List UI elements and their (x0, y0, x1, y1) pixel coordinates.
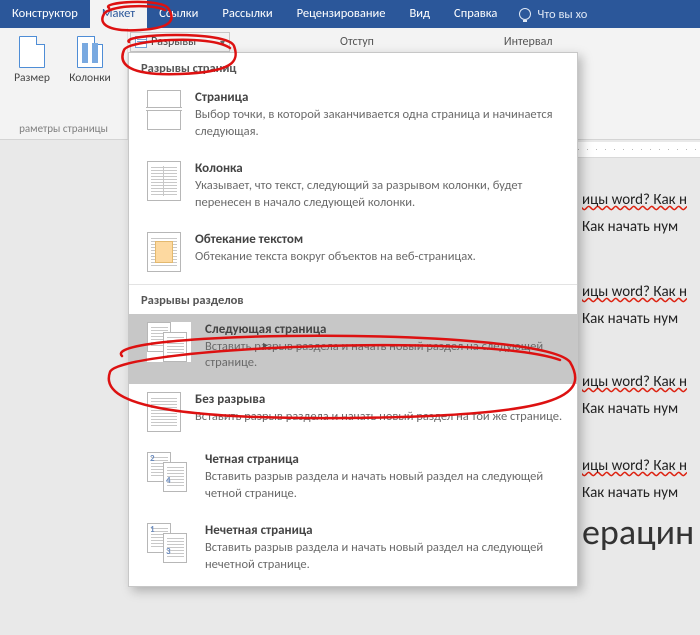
break-even-page-item[interactable]: 24 Четная страница Вставить разрыв разде… (129, 444, 577, 515)
page-size-icon (19, 36, 45, 68)
doc-text: Как начать нум (582, 483, 700, 504)
document-canvas[interactable]: ицы word? Как н Как начать нум ицы word?… (582, 160, 700, 554)
doc-heading: ерацин (582, 510, 700, 554)
tab-konstruktor[interactable]: Конструктор (0, 0, 90, 28)
continuous-break-icon (147, 392, 181, 432)
tab-vid[interactable]: Вид (398, 0, 443, 28)
tab-review[interactable]: Рецензирование (285, 0, 398, 28)
break-page-item[interactable]: Страница Выбор точки, в которой заканчив… (129, 82, 577, 153)
doc-text: ицы word? Как н (582, 190, 700, 211)
breaks-dropdown-button[interactable]: Разрывы ▾ (130, 32, 230, 52)
size-button[interactable]: Размер (6, 32, 58, 85)
breaks-label: Разрывы (151, 35, 196, 49)
section-breaks-header: Разрывы разделов (129, 285, 577, 314)
tab-rassylki[interactable]: Рассылки (210, 0, 284, 28)
ribbon-tabs: Конструктор Макет Ссылки Рассылки Реценз… (0, 0, 700, 28)
interval-label: Интервал (504, 32, 574, 52)
break-nextpage-desc: Вставить разрыв раздела и начать новый р… (205, 339, 563, 373)
page-breaks-header: Разрывы страниц (129, 53, 577, 82)
break-even-desc: Вставить разрыв раздела и начать новый р… (205, 469, 563, 503)
break-cont-title: Без разрыва (195, 392, 563, 407)
page-break-icon (147, 90, 181, 130)
chevron-down-icon: ▾ (220, 36, 225, 49)
break-column-desc: Указывает, что текст, следующий за разры… (195, 178, 563, 212)
textwrap-break-icon (147, 232, 181, 272)
horizontal-ruler[interactable] (578, 142, 700, 158)
size-label: Размер (14, 71, 50, 85)
columns-label: Колонки (69, 71, 111, 85)
page-setup-group-label: раметры страницы (6, 122, 121, 137)
breaks-icon (135, 36, 147, 48)
tab-ssylki[interactable]: Ссылки (147, 0, 210, 28)
doc-text: Как начать нум (582, 217, 700, 238)
break-cont-desc: Вставить разрыв раздела и начать новый р… (195, 409, 563, 426)
break-even-title: Четная страница (205, 452, 563, 467)
columns-icon (77, 36, 103, 68)
even-page-break-icon: 24 (147, 452, 191, 492)
doc-text: ицы word? Как н (582, 282, 700, 303)
break-nextpage-title: Следующая страница (205, 322, 563, 337)
break-wrap-desc: Обтекание текста вокруг объектов на веб-… (195, 249, 563, 266)
columns-button[interactable]: Колонки (64, 32, 116, 85)
break-odd-title: Нечетная страница (205, 523, 563, 538)
tell-me-search[interactable]: Что вы хо (509, 0, 597, 28)
break-column-item[interactable]: Колонка Указывает, что текст, следующий … (129, 153, 577, 224)
break-next-page-item[interactable]: Следующая страница Вставить разрыв разде… (129, 314, 577, 385)
break-page-desc: Выбор точки, в которой заканчивается одн… (195, 107, 563, 141)
break-page-title: Страница (195, 90, 563, 105)
break-continuous-item[interactable]: Без разрыва Вставить разрыв раздела и на… (129, 384, 577, 444)
tab-spravka[interactable]: Справка (442, 0, 509, 28)
doc-text: ицы word? Как н (582, 456, 700, 477)
doc-text: Как начать нум (582, 309, 700, 330)
tell-me-label: Что вы хо (537, 7, 587, 22)
page-setup-group: Размер Колонки раметры страницы (0, 28, 128, 139)
breaks-dropdown-panel: Разрывы страниц Страница Выбор точки, в … (128, 52, 578, 587)
break-odd-page-item[interactable]: 13 Нечетная страница Вставить разрыв раз… (129, 515, 577, 586)
indent-label: Отступ (340, 32, 374, 52)
break-column-title: Колонка (195, 161, 563, 176)
tab-maket[interactable]: Макет (90, 0, 147, 28)
break-textwrap-item[interactable]: Обтекание текстом Обтекание текста вокру… (129, 224, 577, 284)
column-break-icon (147, 161, 181, 201)
lightbulb-icon (519, 8, 531, 20)
break-odd-desc: Вставить разрыв раздела и начать новый р… (205, 540, 563, 574)
next-page-break-icon (147, 322, 191, 362)
odd-page-break-icon: 13 (147, 523, 191, 563)
doc-text: ицы word? Как н (582, 372, 700, 393)
doc-text: Как начать нум (582, 399, 700, 420)
break-wrap-title: Обтекание текстом (195, 232, 563, 247)
